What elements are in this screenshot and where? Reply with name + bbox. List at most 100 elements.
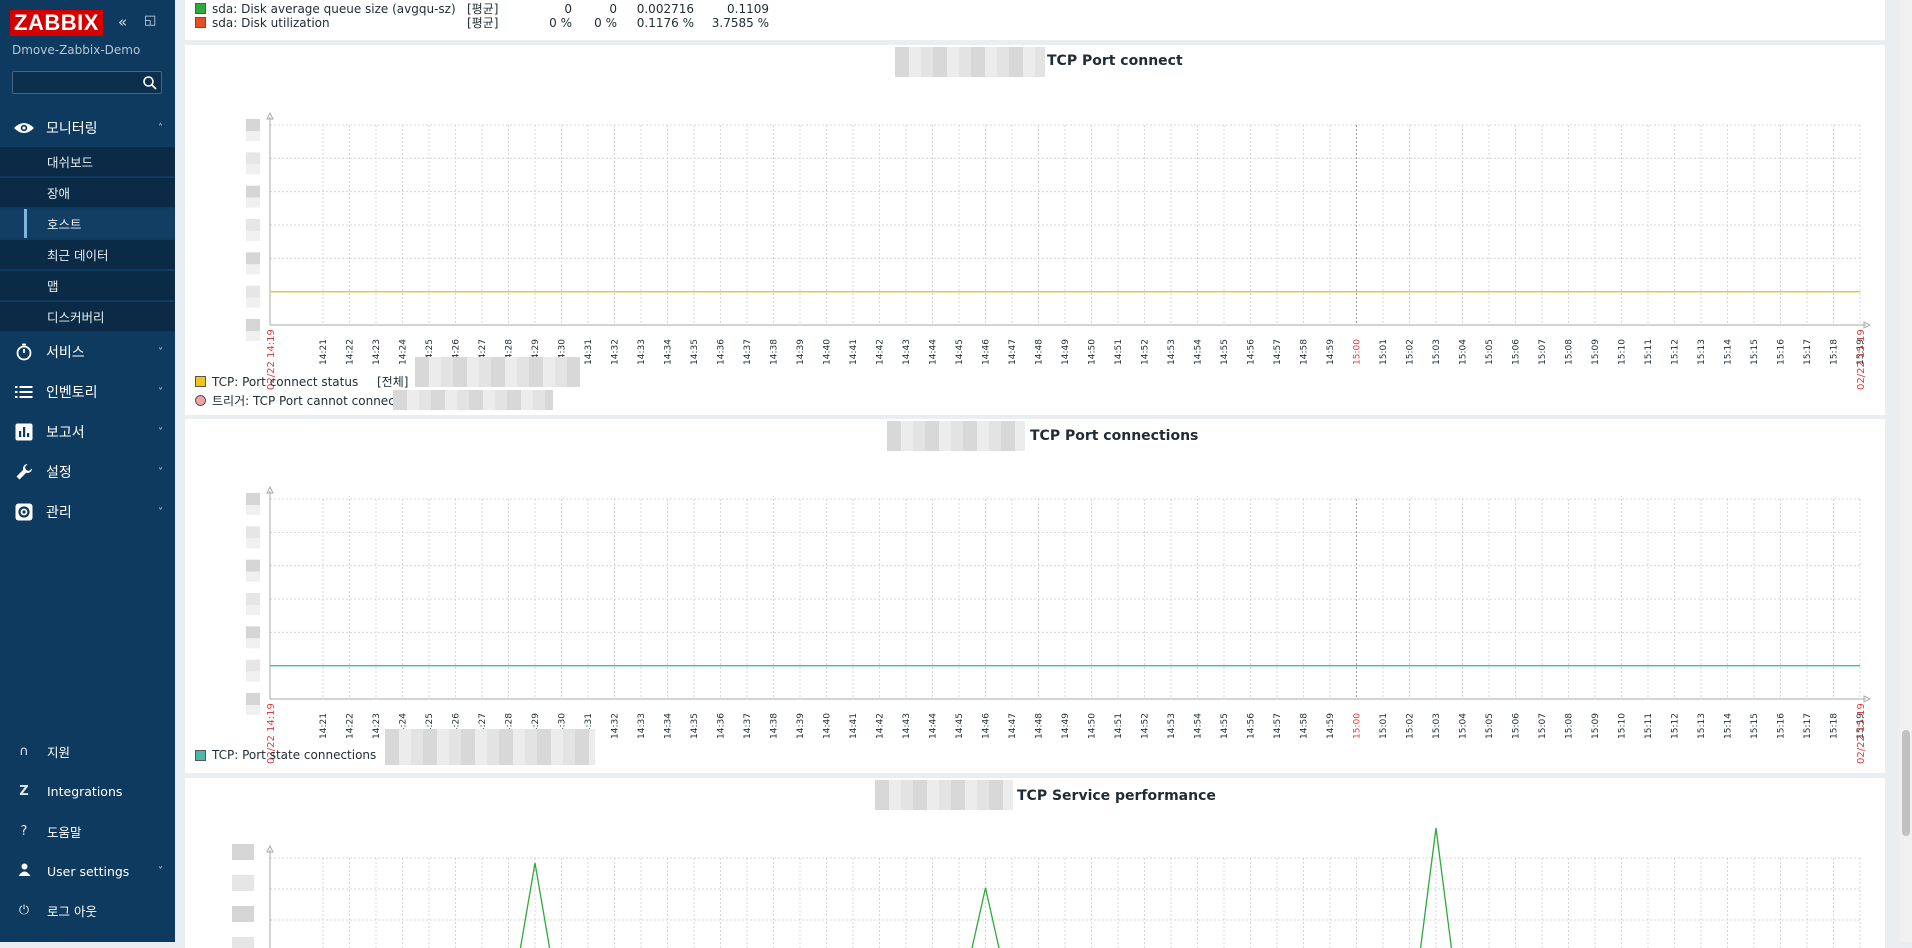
x-tick-label: 14:36 <box>717 713 727 739</box>
submenu-maps[interactable]: 맵 <box>0 270 175 300</box>
legend-func: [평균] <box>467 16 499 30</box>
x-tick-label: 14:38 <box>770 713 780 739</box>
integrations-icon: Z <box>19 783 29 799</box>
submenu-hosts[interactable]: 호스트 <box>0 208 175 238</box>
x-tick-label: 15:14 <box>1724 339 1734 365</box>
redacted-y-label <box>246 705 260 715</box>
x-tick-label: 15:05 <box>1485 713 1495 739</box>
x-tick-label: 14:35 <box>690 339 700 365</box>
x-tick-label: 14:47 <box>1008 339 1018 365</box>
zabbix-logo[interactable]: ZABBIX <box>10 10 103 36</box>
chevron-down-icon: ˅ <box>158 466 163 478</box>
menu-administration-label: 관리 <box>46 505 72 521</box>
legend-swatch <box>195 749 206 761</box>
x-tick-label: 14:41 <box>849 339 859 365</box>
chevron-down-icon: ˅ <box>158 426 163 438</box>
redacted-y-label <box>246 571 260 582</box>
menu-administration[interactable]: 관리 ˅ <box>0 494 175 530</box>
redacted-y-label <box>246 593 260 605</box>
x-end-label: 02/22 15:19 <box>1856 329 1867 390</box>
redacted-values <box>415 357 580 387</box>
x-tick-label: 15:07 <box>1538 339 1548 365</box>
x-tick-label: 14:39 <box>796 713 806 739</box>
redacted-y-label <box>246 505 260 515</box>
x-tick-label: 15:17 <box>1803 713 1813 739</box>
redacted-y-label <box>246 185 260 198</box>
menu-configuration[interactable]: 설정 ˅ <box>0 454 175 490</box>
graph-title: TCP Service performance <box>1017 788 1216 804</box>
menu-services[interactable]: 서비스 ˅ <box>0 334 175 370</box>
legend-swatch <box>195 3 206 14</box>
graph-panel-tcp-service-performance: TCP Service performance <box>185 778 1885 948</box>
menu-help[interactable]: ? 도움말 <box>0 814 175 848</box>
x-tick-label: 14:22 <box>346 713 356 739</box>
redacted-y-label <box>246 526 260 539</box>
graph-title: TCP Port connections <box>1030 428 1199 444</box>
x-tick-label: 15:00 <box>1353 339 1363 365</box>
x-tick-label: 15:13 <box>1697 713 1707 739</box>
kiosk-mode-icon[interactable]: ◱ <box>144 13 156 28</box>
search-input[interactable] <box>12 71 162 94</box>
menu-monitoring[interactable]: 모니터링 ˄ <box>0 110 175 146</box>
menu-reports[interactable]: 보고서 ˅ <box>0 414 175 450</box>
collapse-sidebar-icon[interactable]: « <box>118 13 127 31</box>
menu-help-label: 도움말 <box>47 824 82 840</box>
menu-user-settings[interactable]: User settings ˅ <box>0 854 175 888</box>
redacted-y-label <box>246 605 260 615</box>
x-tick-label: 14:50 <box>1088 339 1098 365</box>
x-tick-label: 15:16 <box>1777 713 1787 739</box>
x-tick-label: 14:53 <box>1167 713 1177 739</box>
scrollbar-thumb[interactable] <box>1902 730 1910 836</box>
redacted-y-label <box>246 119 260 131</box>
x-tick-label: 15:06 <box>1512 713 1522 739</box>
user-icon <box>14 863 34 880</box>
x-tick-label: 14:38 <box>770 339 780 365</box>
trigger-swatch <box>195 395 206 406</box>
graph-title: TCP Port connect <box>1047 53 1183 69</box>
gear-icon <box>12 502 36 522</box>
redacted-y-label <box>246 638 260 649</box>
x-tick-label: 14:55 <box>1220 339 1230 365</box>
redacted-y-label <box>246 252 260 265</box>
redacted-y-label <box>246 297 260 308</box>
x-tick-label: 14:51 <box>1114 339 1124 365</box>
headset-icon: ∩ <box>19 743 29 759</box>
x-tick-label: 14:51 <box>1114 713 1124 739</box>
x-tick-label: 14:58 <box>1300 713 1310 739</box>
graph-panel-tcp-port-connect: TCP Port connect 14:21 14:22 14:23 14:24 14:… <box>185 45 1885 415</box>
redacted-y-label <box>246 538 260 549</box>
x-tick-label: 14:45 <box>955 713 965 739</box>
wrench-icon <box>12 462 36 482</box>
legend-row: sda: Disk utilization [평균] 0 % 0 % 0.117… <box>195 14 769 31</box>
x-tick-label: 14:57 <box>1273 713 1283 739</box>
menu-logout[interactable]: ⏻ 로그 아웃 <box>0 893 175 927</box>
x-tick-label: 14:48 <box>1035 339 1045 365</box>
x-tick-label: 15:10 <box>1618 713 1628 739</box>
legend-row: TCP: Port connect status [전체] <box>195 373 408 390</box>
x-tick-label: 15:15 <box>1750 713 1760 739</box>
x-tick-label: 14:36 <box>717 339 727 365</box>
menu-support[interactable]: ∩ 지원 <box>0 734 175 768</box>
menu-inventory[interactable]: 인벤토리 ˅ <box>0 374 175 410</box>
search-icon[interactable] <box>142 75 158 91</box>
x-tick-label: 14:54 <box>1194 713 1204 739</box>
x-tick-label: 14:54 <box>1194 339 1204 365</box>
submenu-discovery[interactable]: 디스커버리 <box>0 301 175 331</box>
x-tick-label: 14:31 <box>584 339 594 365</box>
x-tick-label: 14:23 <box>372 339 382 365</box>
x-tick-label: 14:40 <box>823 339 833 365</box>
menu-integrations[interactable]: Z Integrations <box>0 774 175 808</box>
x-tick-label: 14:23 <box>372 713 382 739</box>
x-tick-label: 15:18 <box>1830 339 1840 365</box>
bar-chart-icon <box>12 422 36 442</box>
submenu-latest-data[interactable]: 최근 데이터 <box>0 239 175 269</box>
submenu-problems[interactable]: 장애 <box>0 177 175 207</box>
graph-panel-disk: sda: Disk average queue size (avgqu-sz) … <box>185 0 1885 40</box>
redacted-values <box>393 390 553 410</box>
x-tick-label: 14:24 <box>399 339 409 365</box>
x-end-label: 02/22 15:19 <box>1856 703 1867 764</box>
x-tick-label: 15:03 <box>1432 713 1442 739</box>
x-tick-label: 14:47 <box>1008 713 1018 739</box>
redacted-y-label <box>246 131 260 141</box>
submenu-dashboard[interactable]: 대쉬보드 <box>0 146 175 176</box>
